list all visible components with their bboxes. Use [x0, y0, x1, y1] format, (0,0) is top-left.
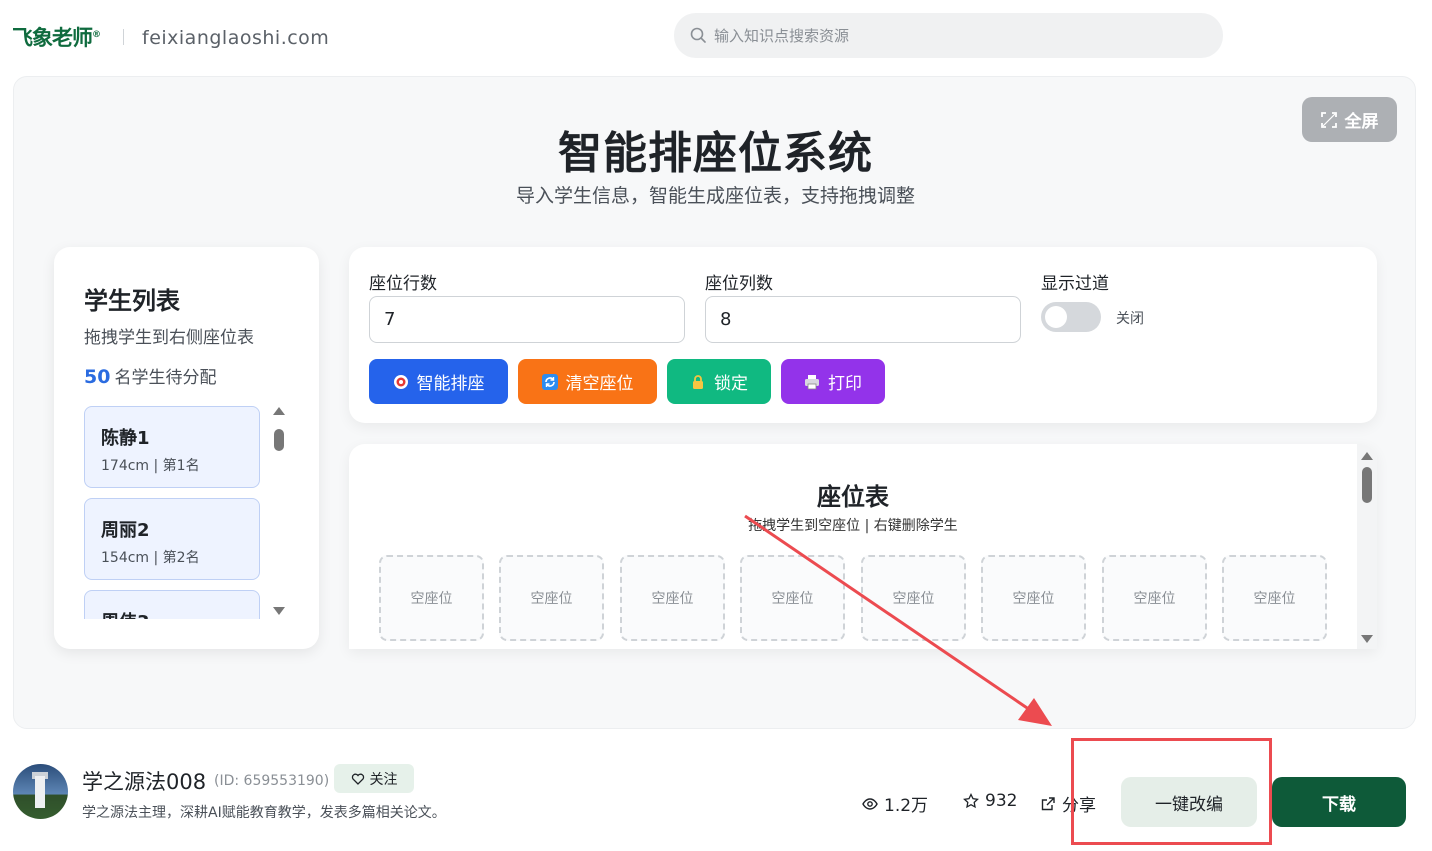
empty-seat[interactable]: 空座位 [1222, 555, 1327, 641]
rows-label: 座位行数 [369, 274, 437, 294]
scroll-thumb[interactable] [274, 429, 284, 451]
author-avatar[interactable] [13, 764, 68, 819]
student-info: 174cm | 第1名 [101, 458, 200, 474]
author-id: (ID: 659553190) [214, 773, 330, 789]
search-bar[interactable] [674, 13, 1223, 58]
annotation-highlight-box [1071, 738, 1272, 845]
stars-count: 932 [985, 791, 1018, 811]
empty-seat[interactable]: 空座位 [861, 555, 966, 641]
empty-seat[interactable]: 空座位 [740, 555, 845, 641]
cols-label: 座位列数 [705, 274, 773, 294]
student-name: 陈静1 [101, 428, 150, 449]
scroll-down-arrow-icon[interactable] [1361, 635, 1373, 643]
student-list-title: 学生列表 [84, 287, 180, 315]
seat-chart-panel: 座位表 拖拽学生到空座位 | 右键删除学生 空座位 空座位 空座位 空座位 空座… [349, 444, 1377, 649]
app-subtitle: 导入学生信息，智能生成座位表，支持拖拽调整 [515, 185, 915, 207]
lighthouse-tower [35, 776, 45, 808]
student-info: 154cm | 第2名 [101, 550, 200, 566]
scroll-up-arrow-icon[interactable] [1361, 452, 1373, 460]
cols-input[interactable] [705, 296, 1021, 343]
empty-seat[interactable]: 空座位 [1102, 555, 1207, 641]
author-description: 学之源法主理，深耕AI赋能教育教学，发表多篇相关论文。 [82, 805, 446, 821]
student-card[interactable]: 周丽2 154cm | 第2名 [84, 498, 260, 580]
search-input[interactable] [714, 13, 1194, 58]
share-icon [1041, 796, 1055, 810]
lock-label: 锁定 [714, 374, 748, 394]
student-name: 周伟3 [101, 608, 150, 619]
unassigned-count-number: 50 [84, 366, 111, 388]
clear-seats-button[interactable]: 清空座位 [518, 359, 657, 404]
empty-seat[interactable]: 空座位 [981, 555, 1086, 641]
scroll-down-arrow-icon[interactable] [273, 607, 285, 615]
follow-button[interactable]: 关注 [334, 764, 414, 793]
toggle-knob [1045, 306, 1067, 328]
unassigned-count-suffix: 名学生待分配 [114, 368, 217, 388]
print-button[interactable]: 打印 [781, 359, 885, 404]
scroll-thumb[interactable] [1362, 467, 1372, 503]
logo-registered-mark: ® [92, 30, 101, 40]
empty-seat[interactable]: 空座位 [620, 555, 725, 641]
site-logo[interactable]: 飞象老师® [12, 22, 101, 52]
student-list-hint: 拖拽学生到右侧座位表 [84, 328, 254, 348]
author-name[interactable]: 学之源法008 [82, 766, 206, 796]
empty-seat[interactable]: 空座位 [499, 555, 604, 641]
eye-icon [862, 797, 878, 810]
heart-plus-icon [351, 773, 364, 785]
student-card[interactable]: 陈静1 174cm | 第1名 [84, 406, 260, 488]
aisle-label: 显示过道 [1041, 274, 1109, 294]
student-name: 周丽2 [101, 520, 150, 541]
unassigned-count: 50 名学生待分配 [84, 363, 216, 388]
seat-chart-title: 座位表 [817, 483, 889, 511]
download-button[interactable]: 下载 [1272, 777, 1406, 827]
views-stat: 1.2万 [862, 791, 928, 816]
seat-chart-hint: 拖拽学生到空座位 | 右键删除学生 [748, 518, 958, 534]
print-label: 打印 [828, 374, 862, 394]
seat-chart-scrollbar[interactable] [1357, 444, 1377, 649]
rows-input[interactable] [369, 296, 685, 343]
site-domain: feixianglaoshi.com [142, 27, 330, 49]
student-list-panel: 学生列表 拖拽学生到右侧座位表 50 名学生待分配 陈静1 174cm | 第1名… [54, 247, 319, 649]
logo-text: 飞象老师 [12, 26, 93, 50]
search-icon [690, 27, 706, 43]
scroll-up-arrow-icon[interactable] [273, 407, 285, 415]
top-bar: 飞象老师® feixianglaoshi.com [0, 0, 1432, 72]
star-icon [963, 793, 979, 809]
student-card[interactable]: 周伟3 [84, 590, 260, 619]
smart-arrange-label: 智能排座 [416, 374, 485, 394]
views-count: 1.2万 [884, 796, 929, 816]
config-panel: 座位行数 座位列数 显示过道 关闭 智能排座 清空座位 [349, 247, 1377, 423]
app-title: 智能排座位系统 [558, 128, 873, 179]
smart-arrange-button[interactable]: 智能排座 [369, 359, 508, 404]
stars-stat[interactable]: 932 [963, 791, 1017, 811]
follow-label: 关注 [369, 771, 398, 788]
lock-button[interactable]: 锁定 [667, 359, 771, 404]
app-frame: 全屏 智能排座位系统 导入学生信息，智能生成座位表，支持拖拽调整 学生列表 拖拽… [13, 76, 1416, 729]
empty-seat[interactable]: 空座位 [379, 555, 484, 641]
clear-seats-label: 清空座位 [565, 374, 634, 394]
printer-icon [805, 374, 819, 389]
aisle-toggle-state: 关闭 [1116, 311, 1144, 327]
target-icon [393, 374, 408, 389]
student-list-scrollbar[interactable] [272, 407, 286, 619]
student-list: 陈静1 174cm | 第1名 周丽2 154cm | 第2名 周伟3 [84, 406, 260, 619]
refresh-icon [541, 373, 558, 390]
logo-divider [123, 29, 124, 45]
lock-icon [693, 374, 703, 389]
aisle-toggle[interactable] [1041, 302, 1101, 332]
